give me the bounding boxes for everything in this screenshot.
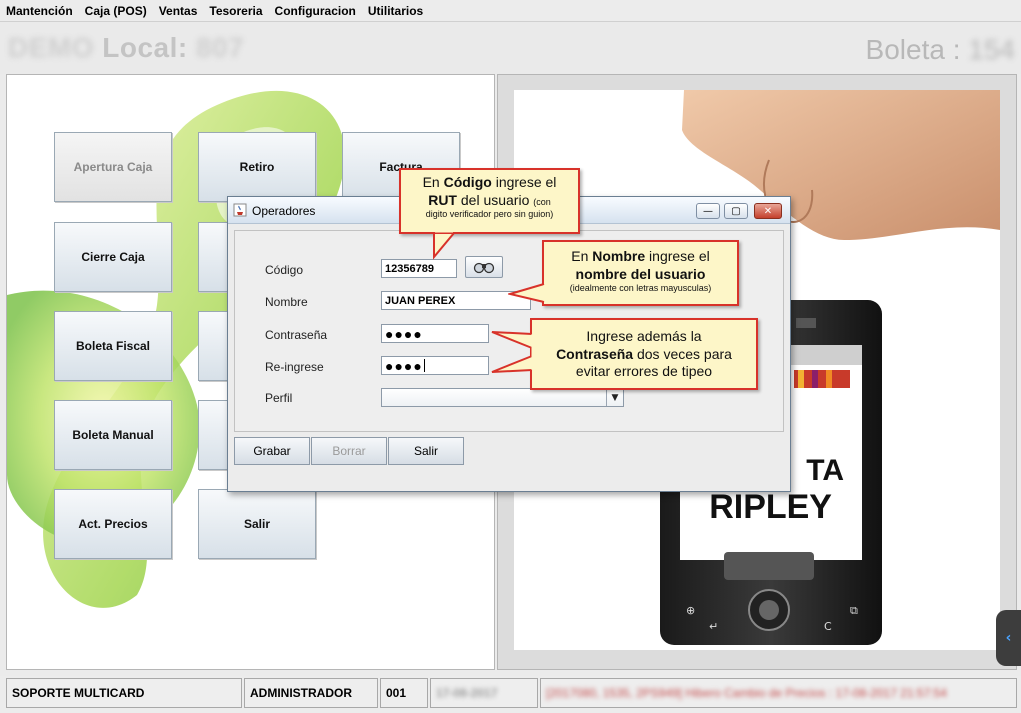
- collapse-panel-tab[interactable]: ‹: [996, 610, 1021, 666]
- callout-contrasena-line2: Contraseña dos veces para: [556, 345, 732, 362]
- local-title: DEMO Local: 807: [8, 32, 244, 64]
- perfil-label: Perfil: [265, 391, 293, 405]
- callout-codigo-pointer: [433, 231, 457, 260]
- menu-configuracion[interactable]: Configuracion: [275, 4, 356, 18]
- maximize-button[interactable]: ▢: [724, 203, 748, 219]
- callout-codigo: En Código ingrese el RUT del usuario (co…: [399, 168, 580, 234]
- callout-nombre-pointer: [508, 283, 546, 303]
- reingrese-input[interactable]: ●●●●: [381, 356, 489, 375]
- dialog-title: Operadores: [252, 204, 316, 218]
- svg-text:⧉: ⧉: [850, 604, 858, 617]
- menu-tesoreria[interactable]: Tesoreria: [209, 4, 262, 18]
- callout-nombre-line2: nombre del usuario: [575, 265, 706, 282]
- contrasena-input[interactable]: ●●●●: [381, 324, 489, 343]
- menu-caja-pos[interactable]: Caja (POS): [85, 4, 147, 18]
- chevron-left-icon: ‹: [1005, 630, 1012, 646]
- close-button[interactable]: ✕: [754, 203, 782, 219]
- callout-nombre: En Nombre ingrese el nombre del usuario …: [542, 240, 739, 306]
- codigo-label: Código: [265, 263, 304, 277]
- boleta-counter: Boleta : 154: [866, 34, 1015, 66]
- reingrese-value: ●●●●: [385, 357, 423, 374]
- callout-nombre-line1: En Nombre ingrese el: [571, 248, 710, 264]
- ad-text-line2: RIPLEY: [709, 488, 832, 526]
- menu-utilitarios[interactable]: Utilitarios: [368, 4, 423, 18]
- callout-contrasena-line1: Ingrese además la: [586, 328, 702, 344]
- minimize-icon: —: [703, 205, 713, 217]
- local-number: 807: [196, 32, 245, 63]
- close-icon: ✕: [763, 205, 773, 217]
- svg-text:C: C: [824, 620, 832, 633]
- menu-mantencion[interactable]: Mantención: [6, 4, 73, 18]
- search-codigo-button[interactable]: [465, 256, 503, 278]
- binoculars-icon: [473, 262, 495, 274]
- svg-text:⊕: ⊕: [686, 604, 695, 617]
- status-bar: SOPORTE MULTICARD ADMINISTRADOR 001 17-0…: [0, 676, 1021, 713]
- callout-codigo-line3: digito verificador pero sin guion): [425, 209, 554, 219]
- callout-contrasena-pointer: [491, 331, 534, 373]
- callout-codigo-line1: En Código ingrese el: [422, 174, 557, 190]
- perfil-select[interactable]: ▼: [381, 388, 624, 407]
- boleta-fiscal-button[interactable]: Boleta Fiscal: [54, 311, 172, 381]
- salir-dialog-button[interactable]: Salir: [388, 437, 464, 465]
- status-mensaje: [2017080, 1535, 2PS949] Hibero Cambio de…: [540, 678, 1017, 708]
- cierre-caja-button[interactable]: Cierre Caja: [54, 222, 172, 292]
- status-soporte: SOPORTE MULTICARD: [6, 678, 242, 708]
- menu-bar: Mantención Caja (POS) Ventas Tesoreria C…: [0, 0, 1021, 22]
- act-precios-button[interactable]: Act. Precios: [54, 489, 172, 559]
- codigo-input[interactable]: 12356789: [381, 259, 457, 278]
- nombre-label: Nombre: [265, 295, 308, 309]
- text-caret: [423, 359, 425, 372]
- maximize-icon: ▢: [731, 205, 741, 217]
- svg-text:↵: ↵: [709, 620, 718, 633]
- contrasena-label: Contraseña: [265, 328, 328, 342]
- menu-ventas[interactable]: Ventas: [159, 4, 198, 18]
- java-cup-icon: [233, 203, 247, 217]
- local-label: Local:: [102, 32, 188, 63]
- callout-contrasena: Ingrese además la Contraseña dos veces p…: [530, 318, 758, 390]
- status-caja: 001: [380, 678, 428, 708]
- dropdown-arrow-icon: ▼: [606, 389, 623, 406]
- boleta-label: Boleta :: [865, 34, 961, 65]
- retiro-button[interactable]: Retiro: [198, 132, 316, 202]
- callout-contrasena-line3: evitar errores de tipeo: [575, 363, 713, 379]
- reingrese-label: Re-ingrese: [265, 360, 324, 374]
- callout-codigo-line2: RUT del usuario (con: [428, 191, 551, 208]
- header: DEMO Local: 807 Boleta : 154: [0, 22, 1021, 74]
- boleta-number: 154: [968, 34, 1015, 65]
- grabar-button[interactable]: Grabar: [234, 437, 310, 465]
- apertura-caja-button[interactable]: Apertura Caja: [54, 132, 172, 202]
- callout-nombre-line3: (idealmente con letras mayusculas): [569, 283, 712, 293]
- local-prefix: DEMO: [8, 32, 94, 63]
- boleta-manual-button[interactable]: Boleta Manual: [54, 400, 172, 470]
- ad-text-line1: TA: [806, 454, 844, 487]
- status-fecha: 17-08-2017: [430, 678, 538, 708]
- salir-main-button[interactable]: Salir: [198, 489, 316, 559]
- minimize-button[interactable]: —: [696, 203, 720, 219]
- status-usuario: ADMINISTRADOR: [244, 678, 378, 708]
- borrar-button[interactable]: Borrar: [311, 437, 387, 465]
